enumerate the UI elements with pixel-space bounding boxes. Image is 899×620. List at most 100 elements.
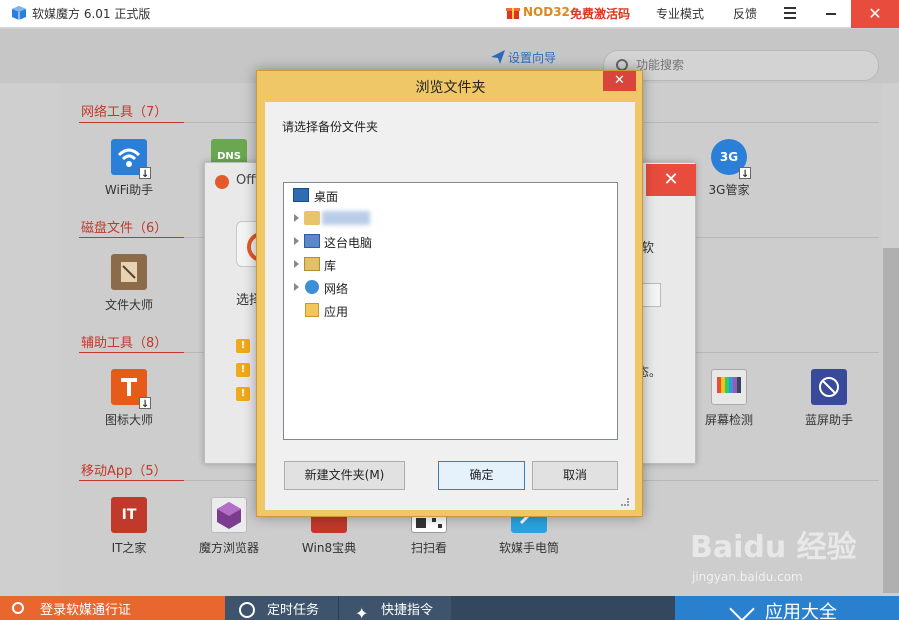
expand-arrow-icon[interactable] xyxy=(294,283,299,291)
tree-item-library[interactable]: 库 xyxy=(284,255,617,275)
app-label: 文件大师 xyxy=(104,298,153,312)
search-input[interactable] xyxy=(636,58,866,72)
section-title-utility: 辅助工具（8） xyxy=(81,336,168,351)
wifi-icon xyxy=(111,139,151,193)
section-title-disk: 磁盘文件（6） xyxy=(81,221,168,236)
office-path-field[interactable] xyxy=(641,283,661,307)
office-dialog-close-button[interactable]: ✕ xyxy=(646,164,696,196)
app-label: 蓝屏助手 xyxy=(804,413,853,427)
app-label: 魔方浏览器 xyxy=(198,541,259,555)
tree-item-label: 应用 xyxy=(324,305,349,319)
blurred-username xyxy=(322,211,370,225)
expand-arrow-icon[interactable] xyxy=(294,260,299,268)
app-label: 3G管家 xyxy=(708,183,750,197)
ithome-icon: IT xyxy=(111,497,147,533)
section-title-network: 网络工具（7） xyxy=(81,105,168,120)
browse-folder-dialog: 浏览文件夹 ✕ 请选择备份文件夹 桌面 这台电脑 库 网络 应用 新建文件夹(M… xyxy=(256,70,643,517)
tree-item-desktop[interactable]: 桌面 xyxy=(284,186,617,206)
search-box[interactable] xyxy=(603,50,879,81)
user-icon xyxy=(12,602,24,614)
nod32-promo-link[interactable]: NOD32 xyxy=(523,5,570,19)
screen-test-icon xyxy=(711,369,747,405)
tree-item-label: 网络 xyxy=(324,282,349,296)
file-master-icon xyxy=(111,254,147,290)
resize-grip-icon[interactable] xyxy=(621,498,629,506)
section-underline xyxy=(79,480,184,481)
scrollbar[interactable] xyxy=(883,248,899,593)
app-3g-manager[interactable]: 3G 3G管家 xyxy=(689,139,769,198)
browse-dialog-close-button[interactable]: ✕ xyxy=(603,71,636,91)
login-button[interactable]: 登录软媒通行证 xyxy=(0,596,225,620)
setup-guide-label: 设置向导 xyxy=(508,51,557,65)
app-screen-test[interactable]: 屏幕检测 xyxy=(689,369,769,428)
expand-arrow-icon[interactable] xyxy=(294,237,299,245)
running-man-icon: ✦ xyxy=(355,604,369,620)
expand-arrow-icon[interactable] xyxy=(294,214,299,222)
browse-dialog-title: 浏览文件夹 xyxy=(415,80,486,96)
login-label: 登录软媒通行证 xyxy=(40,603,132,618)
warning-icon: ! xyxy=(236,363,250,377)
app-bluescreen-helper[interactable]: 蓝屏助手 xyxy=(789,369,869,428)
app-wifi-helper[interactable]: WiFi助手 xyxy=(89,139,169,198)
office-icon xyxy=(215,175,229,189)
app-label: 屏幕检测 xyxy=(704,413,753,427)
scheduled-task-label: 定时任务 xyxy=(267,603,320,618)
minimize-icon[interactable] xyxy=(826,13,836,15)
app-label: 软媒手电筒 xyxy=(498,541,559,555)
browser-icon xyxy=(211,497,247,533)
warning-icon: ! xyxy=(236,339,250,353)
scheduled-task-button[interactable]: 定时任务 xyxy=(225,596,338,620)
tree-item-this-pc[interactable]: 这台电脑 xyxy=(284,232,617,252)
computer-icon xyxy=(304,234,320,248)
tree-item-label: 桌面 xyxy=(314,190,339,204)
chevron-down-icon xyxy=(729,596,755,620)
library-icon xyxy=(304,257,320,271)
cube-logo-icon xyxy=(12,6,26,20)
title-bar: 软媒魔方 6.01 正式版 NOD32 免费激活码 专业模式 反馈 ✕ xyxy=(0,0,899,28)
tree-item-network[interactable]: 网络 xyxy=(284,278,617,298)
app-label: 扫扫看 xyxy=(410,541,447,555)
tree-item-apps[interactable]: 应用 xyxy=(284,301,617,321)
section-underline xyxy=(79,237,184,238)
window-close-button[interactable]: ✕ xyxy=(851,0,899,28)
send-arrow-icon xyxy=(491,50,505,64)
3g-icon: 3G xyxy=(711,139,751,193)
app-folder-icon xyxy=(305,303,319,317)
section-underline xyxy=(79,122,184,123)
quick-command-label: 快捷指令 xyxy=(381,603,434,618)
desktop-icon xyxy=(293,188,309,202)
browse-prompt: 请选择备份文件夹 xyxy=(282,120,379,134)
bottom-bar: 登录软媒通行证 定时任务 ✦ 快捷指令 应用大全 xyxy=(0,596,899,620)
icon-master-icon xyxy=(111,369,151,423)
folder-tree[interactable]: 桌面 这台电脑 库 网络 应用 xyxy=(283,182,618,440)
hamburger-menu-icon[interactable] xyxy=(784,7,796,19)
app-label: WiFi助手 xyxy=(104,183,154,197)
network-icon xyxy=(305,280,319,294)
ok-button[interactable]: 确定 xyxy=(438,461,525,490)
free-activation-link[interactable]: 免费激活码 xyxy=(570,5,630,22)
app-file-master[interactable]: 文件大师 xyxy=(89,254,169,313)
gift-icon xyxy=(506,8,520,19)
clock-icon xyxy=(239,602,255,618)
browse-dialog-body: 请选择备份文件夹 桌面 这台电脑 库 网络 应用 新建文件夹(M) 确定 取消 xyxy=(265,102,635,510)
feedback-button[interactable]: 反馈 xyxy=(733,5,757,22)
app-icon-master[interactable]: 图标大师 xyxy=(89,369,169,428)
bluescreen-icon xyxy=(811,369,847,405)
app-label: IT之家 xyxy=(111,541,147,555)
tree-item-user[interactable] xyxy=(284,209,617,229)
app-ithome[interactable]: IT IT之家 xyxy=(89,497,169,556)
warning-icon: ! xyxy=(236,387,250,401)
tree-item-label: 库 xyxy=(324,259,337,273)
setup-guide-button[interactable]: 设置向导 xyxy=(490,49,556,66)
section-underline xyxy=(79,352,184,353)
user-folder-icon xyxy=(304,211,320,225)
section-title-mobile: 移动App（5） xyxy=(81,464,167,479)
pro-mode-button[interactable]: 专业模式 xyxy=(656,5,704,22)
cancel-button[interactable]: 取消 xyxy=(532,461,618,490)
tree-item-label: 这台电脑 xyxy=(324,236,373,250)
app-label: 图标大师 xyxy=(104,413,153,427)
quick-command-button[interactable]: ✦ 快捷指令 xyxy=(338,596,451,620)
all-apps-button[interactable]: 应用大全 xyxy=(675,596,899,620)
all-apps-label: 应用大全 xyxy=(765,602,837,620)
new-folder-button[interactable]: 新建文件夹(M) xyxy=(284,461,405,490)
